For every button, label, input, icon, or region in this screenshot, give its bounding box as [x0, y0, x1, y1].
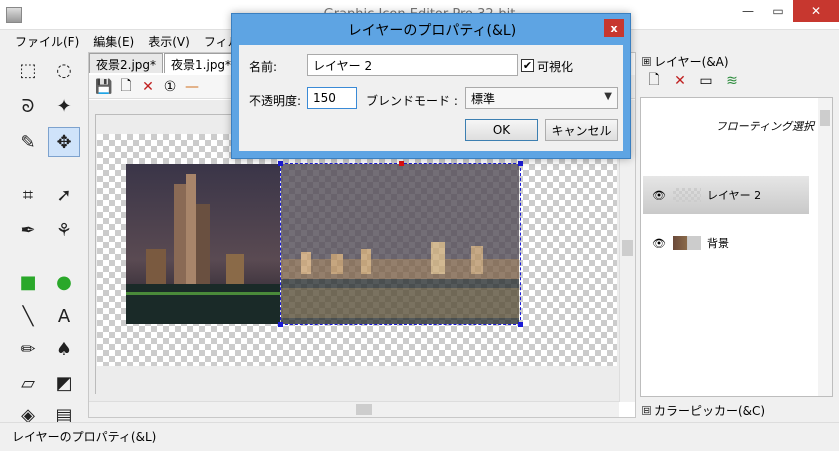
actual-size-icon[interactable]: ①	[159, 77, 181, 97]
cancel-button[interactable]: キャンセル	[545, 119, 618, 141]
layer-toolbar: 🗋 ✕ ▭ ≋	[640, 70, 839, 92]
color-picker-header[interactable]: ⊟ カラーピッカー(&C)	[640, 401, 765, 419]
vertical-scroll-thumb[interactable]	[622, 240, 633, 256]
chevron-down-icon: ▼	[604, 91, 612, 102]
merge-layers-icon[interactable]: ≋	[721, 71, 743, 91]
layer-panel: ⊞ レイヤー(&A) 🗋 ✕ ▭ ≋ フローティング選択 👁 レイヤー 2 👁 背景 …	[640, 52, 839, 418]
layer-scroll-thumb[interactable]	[820, 110, 830, 126]
name-label: 名前:	[249, 60, 278, 74]
status-bar: レイヤーのプロパティ(&L)	[0, 422, 839, 451]
layer-row-background[interactable]: 👁 背景	[643, 224, 809, 262]
layer-panel-header[interactable]: ⊞ レイヤー(&A)	[640, 52, 839, 70]
crop-icon[interactable]: ⌗	[12, 180, 44, 210]
layer-thumbnail	[673, 188, 701, 202]
lasso-icon[interactable]: ᘐ	[12, 91, 44, 121]
minimize-button[interactable]: —	[733, 0, 763, 22]
selection-handle-sw[interactable]	[278, 322, 283, 327]
ellipse-select-icon[interactable]: ◌	[48, 55, 80, 85]
move-icon[interactable]: ✥	[48, 127, 80, 157]
opacity-input[interactable]: 150	[307, 87, 357, 109]
layer-name-input[interactable]: レイヤー 2	[307, 54, 518, 76]
selection-handle-top[interactable]	[399, 161, 404, 166]
color-picker-title: カラーピッカー(&C)	[654, 403, 766, 418]
visible-checkbox[interactable]: ✔	[521, 59, 534, 72]
close-window-button[interactable]: ✕	[793, 0, 839, 22]
horizontal-scroll-thumb[interactable]	[356, 404, 372, 415]
layer-thumbnail	[673, 236, 701, 250]
expand-icon[interactable]: ⊞	[642, 56, 651, 66]
rectangle-icon[interactable]: ■	[12, 267, 44, 297]
status-text: レイヤーのプロパティ(&L)	[12, 430, 157, 444]
floating-selection-label: フローティング選択	[715, 120, 814, 133]
line-icon[interactable]: ╲	[12, 301, 44, 331]
eraser-icon[interactable]: ▱	[12, 368, 44, 398]
menu-edit[interactable]: 編集(E)	[86, 31, 141, 51]
dialog-title: レイヤーのプロパティ(&L)	[347, 23, 517, 39]
fill-icon[interactable]: ⚘	[48, 215, 80, 245]
menu-file[interactable]: ファイル(F)	[8, 31, 86, 51]
selection-handle-ne[interactable]	[518, 161, 523, 166]
collapse-icon[interactable]: ⊟	[642, 405, 651, 415]
visibility-eye-icon[interactable]: 👁	[651, 189, 667, 202]
layer-panel-title: レイヤー(&A)	[654, 54, 729, 69]
new-layer-icon[interactable]: 🗋	[643, 71, 665, 91]
dialog-close-button[interactable]: x	[604, 19, 624, 37]
selection-marquee[interactable]	[278, 161, 523, 327]
blend-mode-select[interactable]: 標準 ▼	[465, 87, 618, 109]
layer-list-scrollbar[interactable]	[818, 98, 832, 396]
maximize-button[interactable]: ▭	[763, 0, 793, 22]
tab-yakei2[interactable]: 夜景2.jpg*	[89, 53, 164, 73]
dialog-body: 名前: レイヤー 2 ✔ 可視化 不透明度: 150 ブレンドモード : 標準 …	[239, 45, 623, 151]
magic-wand-icon[interactable]: ✦	[48, 91, 80, 121]
menu-view[interactable]: 表示(V)	[141, 31, 197, 51]
visible-label: 可視化	[537, 60, 574, 74]
layer-name: レイヤー 2	[707, 189, 762, 202]
layer-row-layer2[interactable]: 👁 レイヤー 2	[643, 176, 809, 214]
delete-icon[interactable]: ✕	[137, 77, 159, 97]
background-photo	[126, 164, 280, 324]
save-icon[interactable]: 💾	[93, 77, 115, 97]
tab-yakei1[interactable]: 夜景1.jpg*	[164, 53, 239, 73]
rect-select-icon[interactable]: ⬚	[12, 55, 44, 85]
selection-handle-se[interactable]	[518, 322, 523, 327]
ellipse-icon[interactable]: ●	[48, 267, 80, 297]
canvas-horizontal-scrollbar[interactable]	[89, 401, 619, 417]
layer-list: フローティング選択 👁 レイヤー 2 👁 背景	[640, 97, 833, 397]
pointer-icon[interactable]: ➚	[48, 180, 80, 210]
document-tabs: 夜景2.jpg* 夜景1.jpg*	[89, 53, 239, 73]
pencil-icon[interactable]: ✏	[12, 334, 44, 364]
layer-properties-dialog: レイヤーのプロパティ(&L) x 名前: レイヤー 2 ✔ 可視化 不透明度: …	[231, 13, 631, 159]
window-controls: — ▭ ✕	[733, 0, 839, 22]
text-icon[interactable]: A	[48, 301, 80, 331]
layer-name: 背景	[707, 237, 729, 250]
tool-palette: ⬚ ◌ ᘐ ✦ ✎ ✥ ⌗ ➚ ✒ ⚘ ■ ● ╲ A ✏ ♠ ▱ ◩ ◈ ▤	[8, 55, 88, 426]
blend-mode-label: ブレンドモード :	[366, 94, 458, 108]
new-page-icon[interactable]: 🗋	[115, 77, 137, 97]
delete-layer-icon[interactable]: ✕	[669, 71, 691, 91]
opacity-label: 不透明度:	[249, 94, 302, 108]
ok-button[interactable]: OK	[465, 119, 538, 141]
line-tool-icon[interactable]: —	[181, 77, 203, 97]
selection-handle-nw[interactable]	[278, 161, 283, 166]
ruler-vertical	[95, 114, 96, 394]
transparent-canvas[interactable]	[97, 134, 617, 366]
visibility-eye-icon[interactable]: 👁	[651, 237, 667, 250]
free-draw-icon[interactable]: ✎	[12, 127, 44, 157]
layer-properties-icon[interactable]: ▭	[695, 71, 717, 91]
eyedropper-icon[interactable]: ✒	[12, 215, 44, 245]
blend-mode-value: 標準	[471, 91, 496, 106]
brush-icon[interactable]: ♠	[48, 334, 80, 364]
color-swap-icon[interactable]: ◩	[48, 368, 80, 398]
